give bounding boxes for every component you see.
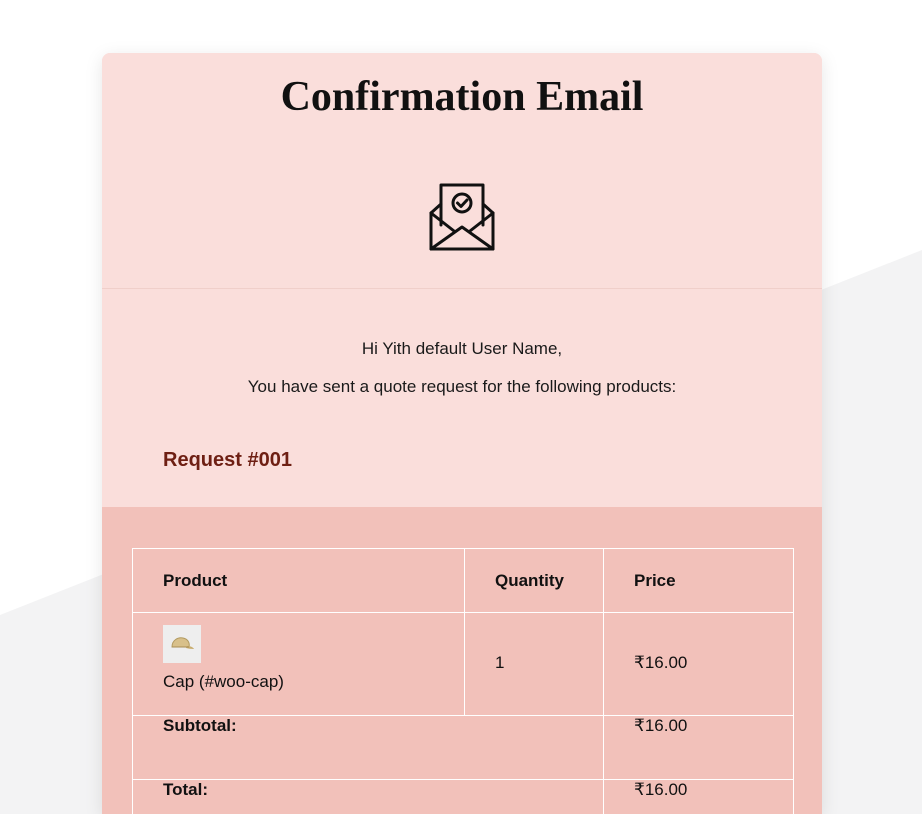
intro-text: You have sent a quote request for the fo…	[247, 377, 677, 396]
subtotal-value: ₹16.00	[603, 715, 794, 780]
request-number: Request #001	[163, 449, 292, 471]
quote-table: Product Quantity Price Cap (#woo-cap) 1	[132, 548, 794, 814]
product-cell: Cap (#woo-cap)	[132, 612, 465, 716]
envelope-check-icon	[429, 183, 495, 251]
email-card: Confirmation Email Hi Yith default User …	[102, 53, 822, 814]
email-header: Confirmation Email	[102, 53, 822, 289]
header-quantity: Quantity	[464, 548, 604, 613]
price-cell: ₹16.00	[603, 612, 794, 716]
total-label: Total:	[132, 779, 604, 814]
table-header-row: Product Quantity Price	[132, 548, 794, 613]
subtotal-label: Subtotal:	[132, 715, 604, 780]
greeting-text: Hi Yith default User Name,	[361, 339, 563, 358]
email-title: Confirmation Email	[280, 74, 644, 120]
total-value: ₹16.00	[603, 779, 794, 814]
icon-wrapper	[102, 183, 822, 253]
subtotal-row: Subtotal: ₹16.00	[132, 715, 794, 780]
email-intro: Hi Yith default User Name, You have sent…	[102, 289, 822, 507]
cap-icon	[171, 637, 194, 649]
product-name[interactable]: Cap (#woo-cap)	[163, 672, 434, 692]
header-price: Price	[603, 548, 794, 613]
cap-image[interactable]	[163, 625, 201, 663]
quantity-cell: 1	[464, 612, 604, 716]
quote-table-area: Product Quantity Price Cap (#woo-cap) 1	[102, 507, 822, 814]
table-row: Cap (#woo-cap) 1 ₹16.00	[132, 612, 794, 716]
total-row: Total: ₹16.00	[132, 779, 794, 814]
header-product: Product	[132, 548, 465, 613]
